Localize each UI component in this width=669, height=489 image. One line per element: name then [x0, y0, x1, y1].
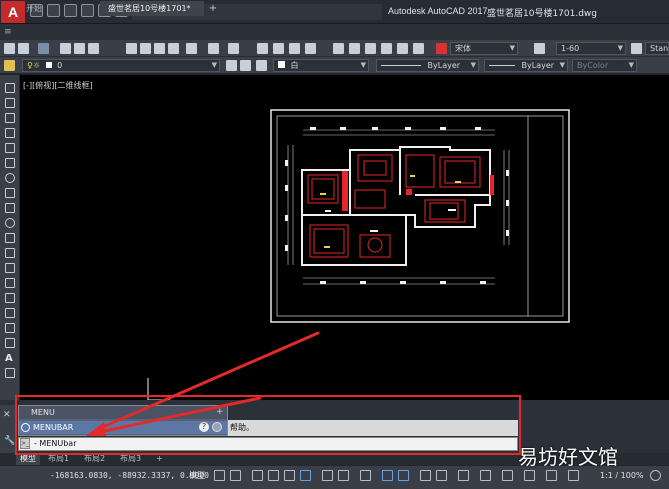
red-arrow-overlay: [86, 331, 320, 436]
watermark-text: 易坊好文馆: [518, 445, 618, 469]
